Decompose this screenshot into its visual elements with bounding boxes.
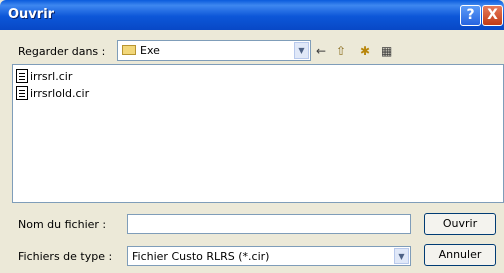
folder-icon [122, 45, 136, 55]
list-item[interactable]: irrsrl.cir [16, 68, 72, 84]
file-icon [16, 69, 28, 83]
filetype-label: Fichiers de type : [18, 250, 113, 263]
filetype-value: Fichier Custo RLRS (*.cir) [132, 250, 270, 263]
views-menu-icon[interactable]: ▦ [381, 44, 392, 58]
window-title: Ouvrir [8, 7, 55, 22]
list-item[interactable]: irrsrlold.cir [16, 85, 89, 101]
look-in-label: Regarder dans : [18, 45, 106, 58]
title-bar[interactable]: Ouvrir ? X [0, 0, 504, 30]
open-dialog: Ouvrir ? X Regarder dans : Exe ▼ ← ⇧ ✱ ▦… [0, 0, 504, 273]
close-button[interactable]: X [482, 5, 503, 26]
look-in-combo[interactable]: Exe ▼ [117, 40, 311, 61]
up-folder-icon[interactable]: ⇧ [336, 44, 346, 58]
filename-input[interactable] [127, 214, 411, 234]
filename-label: Nom du fichier : [18, 218, 107, 231]
file-list[interactable]: irrsrl.cir irrsrlold.cir [12, 64, 504, 203]
filetype-combo[interactable]: Fichier Custo RLRS (*.cir) ▼ [127, 246, 411, 266]
new-folder-icon[interactable]: ✱ [360, 44, 370, 58]
file-name: irrsrlold.cir [30, 86, 90, 100]
chevron-down-icon[interactable]: ▼ [394, 248, 409, 264]
look-in-value: Exe [140, 44, 160, 57]
chevron-down-icon[interactable]: ▼ [294, 42, 309, 59]
file-name: irrsrl.cir [30, 69, 73, 83]
cancel-button[interactable]: Annuler [424, 244, 496, 266]
back-icon[interactable]: ← [316, 44, 326, 58]
file-icon [16, 86, 28, 100]
help-button[interactable]: ? [460, 5, 481, 26]
open-button[interactable]: Ouvrir [424, 213, 496, 235]
